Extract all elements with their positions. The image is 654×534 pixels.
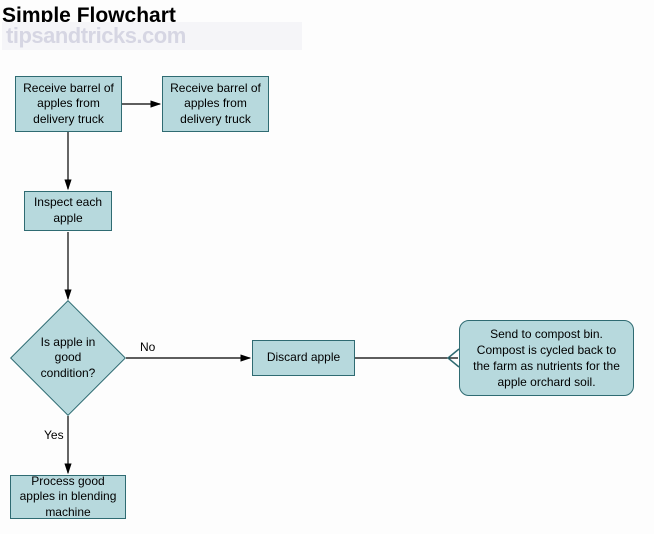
node-receive-1: Receive barrel of apples from delivery t…	[15, 76, 122, 132]
flowchart-canvas: Simple Flowchart tipsandtricks.com Recei…	[0, 0, 654, 534]
node-receive-2-label: Receive barrel of apples from delivery t…	[169, 81, 262, 128]
node-process-label: Process good apples in blending machine	[17, 474, 119, 521]
node-compost-callout: Send to compost bin. Compost is cycled b…	[459, 320, 634, 396]
edge-label-no: No	[140, 340, 155, 354]
node-discard: Discard apple	[252, 340, 355, 376]
node-decision: Is apple in good condition?	[10, 300, 126, 416]
node-compost-label: Send to compost bin. Compost is cycled b…	[472, 326, 621, 391]
node-inspect: Inspect each apple	[24, 191, 112, 231]
watermark-text: tipsandtricks.com	[2, 22, 302, 50]
node-receive-1-label: Receive barrel of apples from delivery t…	[22, 81, 115, 128]
node-discard-label: Discard apple	[267, 350, 340, 366]
node-decision-label: Is apple in good condition?	[10, 300, 126, 416]
node-inspect-label: Inspect each apple	[31, 195, 105, 226]
node-receive-2: Receive barrel of apples from delivery t…	[162, 76, 269, 132]
node-process: Process good apples in blending machine	[10, 475, 126, 519]
edge-label-yes: Yes	[44, 428, 64, 442]
